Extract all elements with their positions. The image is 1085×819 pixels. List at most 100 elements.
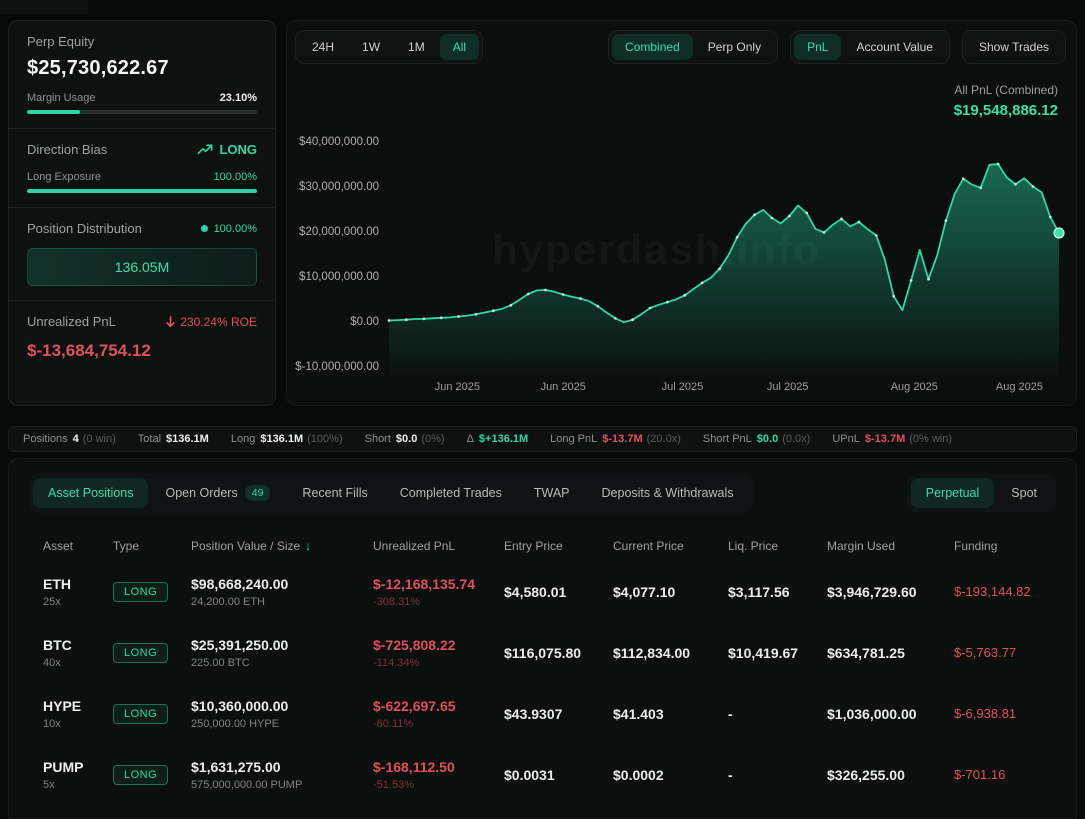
entry-price: $0.0031 (504, 767, 613, 783)
perp-only-toggle-button[interactable]: Perp Only (695, 34, 774, 60)
margin-used: $1,036,000.00 (827, 706, 954, 722)
col-type[interactable]: Type (113, 539, 191, 553)
tab-perpetual[interactable]: Perpetual (911, 478, 995, 508)
col-current-price[interactable]: Current Price (613, 539, 728, 553)
positions-summary-bar: Positions4(0 win)Total$136.1MLong$136.1M… (8, 426, 1077, 452)
header-fragment (0, 0, 88, 14)
unrealized-pnl-value: $-12,168,135.74 (373, 576, 504, 592)
position-row[interactable]: HYPE10x LONG $10,360,000.00250,000.00 HY… (43, 683, 1076, 744)
svg-text:Jun 2025: Jun 2025 (541, 381, 586, 393)
tab-asset-positions[interactable]: Asset Positions (33, 478, 148, 508)
account-stats-sidebar: Perp Equity $25,730,622.67 Margin Usage … (8, 20, 276, 406)
pnl-toggle-button[interactable]: PnL (794, 34, 841, 60)
tabs-row: Asset Positions Open Orders49 Recent Fil… (29, 473, 1056, 513)
asset-symbol: PUMP (43, 759, 113, 775)
entry-price: $43.9307 (504, 706, 613, 722)
unrealized-pnl-pct: -51.53% (373, 779, 504, 791)
summary-item: Total$136.1M (138, 433, 209, 445)
svg-text:$30,000,000.00: $30,000,000.00 (299, 181, 379, 193)
col-liq-price[interactable]: Liq. Price (728, 539, 827, 553)
positions-panel: Asset Positions Open Orders49 Recent Fil… (8, 458, 1077, 819)
unrealized-pnl-pct: -60.11% (373, 718, 504, 730)
unrealized-pnl-value: $-168,112.50 (373, 759, 504, 775)
position-distribution-section: Position Distribution 100.00% 136.05M (9, 208, 275, 301)
tab-deposits-withdrawals[interactable]: Deposits & Withdrawals (587, 478, 749, 508)
col-position-value[interactable]: Position Value / Size↓ (191, 539, 373, 553)
perp-equity-value: $25,730,622.67 (27, 57, 257, 80)
summary-item: UPnL$-13.7M(0% win) (832, 433, 952, 445)
show-trades-button[interactable]: Show Trades (966, 34, 1062, 60)
tab-open-orders[interactable]: Open Orders49 (150, 477, 285, 509)
svg-text:Aug 2025: Aug 2025 (996, 381, 1043, 393)
summary-item: Long$136.1M(100%) (231, 433, 343, 445)
tab-recent-fills[interactable]: Recent Fills (287, 478, 382, 508)
arrow-down-icon (165, 316, 176, 328)
asset-symbol: ETH (43, 576, 113, 592)
position-distribution-pct: 100.00% (214, 223, 257, 235)
tab-completed-trades[interactable]: Completed Trades (385, 478, 517, 508)
svg-text:Aug 2025: Aug 2025 (891, 381, 938, 393)
positions-tab-group: Asset Positions Open Orders49 Recent Fil… (29, 473, 753, 513)
position-value: $98,668,240.00 (191, 576, 373, 592)
trending-up-icon (197, 143, 213, 157)
unrealized-pnl-pct: -308.31% (373, 596, 504, 608)
position-row[interactable]: ETH25x LONG $98,668,240.0024,200.00 ETH … (43, 561, 1076, 622)
tab-twap[interactable]: TWAP (519, 478, 585, 508)
long-exposure-bar (27, 189, 257, 193)
long-distribution-dot-icon (201, 225, 208, 232)
roe-value: 230.24% ROE (180, 315, 257, 329)
asset-symbol: HYPE (43, 698, 113, 714)
direction-bias-section: Direction Bias LONG Long Exposure 100.00… (9, 129, 275, 208)
entry-price: $4,580.01 (504, 584, 613, 600)
summary-item: Short$0.0(0%) (365, 433, 445, 445)
table-header-row: Asset Type Position Value / Size↓ Unreal… (43, 539, 1076, 561)
pnl-area-chart[interactable]: $40,000,000.00$30,000,000.00$20,000,000.… (289, 105, 1074, 395)
sort-desc-icon: ↓ (305, 539, 311, 553)
liq-price: - (728, 767, 827, 783)
unrealized-pnl-value: $-622,697.65 (373, 698, 504, 714)
col-asset[interactable]: Asset (43, 539, 113, 553)
position-size: 24,200.00 ETH (191, 596, 373, 608)
range-1w-button[interactable]: 1W (349, 34, 393, 60)
position-distribution-value: 136.05M (115, 259, 169, 275)
funding-value: $-6,938.81 (954, 706, 1076, 721)
margin-usage-bar-fill (27, 110, 80, 114)
col-funding[interactable]: Funding (954, 539, 1076, 553)
unrealized-pnl-pct: -114.34% (373, 657, 504, 669)
table-body: ETH25x LONG $98,668,240.0024,200.00 ETH … (43, 561, 1076, 805)
time-range-group: 24H 1W 1M All (295, 30, 483, 64)
combined-toggle-button[interactable]: Combined (612, 34, 693, 60)
col-unrealized-pnl[interactable]: Unrealized PnL (373, 539, 504, 553)
svg-text:$-10,000,000.00: $-10,000,000.00 (295, 361, 379, 373)
unrealized-pnl-section: Unrealized PnL 230.24% ROE $-13,684,754.… (9, 301, 275, 375)
asset-positions-table: Asset Type Position Value / Size↓ Unreal… (43, 539, 1076, 805)
position-type-badge: LONG (113, 643, 168, 663)
asset-leverage: 5x (43, 779, 113, 791)
margin-used: $634,781.25 (827, 645, 954, 661)
position-value: $25,391,250.00 (191, 637, 373, 653)
show-trades-group: Show Trades (962, 30, 1066, 64)
market-type-group: Perpetual Spot (907, 474, 1056, 512)
range-24h-button[interactable]: 24H (299, 34, 347, 60)
range-all-button[interactable]: All (440, 34, 479, 60)
position-size: 250,000.00 HYPE (191, 718, 373, 730)
entry-price: $116,075.80 (504, 645, 613, 661)
position-value: $1,631,275.00 (191, 759, 373, 775)
position-row[interactable]: PUMP5x LONG $1,631,275.00575,000,000.00 … (43, 744, 1076, 805)
col-margin-used[interactable]: Margin Used (827, 539, 954, 553)
current-price: $4,077.10 (613, 584, 728, 600)
perp-equity-label: Perp Equity (27, 34, 257, 49)
position-distribution-box[interactable]: 136.05M (27, 248, 257, 286)
asset-leverage: 40x (43, 657, 113, 669)
direction-bias-value: LONG (219, 142, 257, 157)
account-value-toggle-button[interactable]: Account Value (843, 34, 946, 60)
position-distribution-label: Position Distribution (27, 221, 142, 236)
tab-spot[interactable]: Spot (996, 478, 1052, 508)
asset-symbol: BTC (43, 637, 113, 653)
funding-value: $-5,763.77 (954, 645, 1076, 660)
liq-price: - (728, 706, 827, 722)
range-1m-button[interactable]: 1M (395, 34, 438, 60)
col-entry-price[interactable]: Entry Price (504, 539, 613, 553)
all-pnl-label: All PnL (Combined) (954, 83, 1058, 97)
position-row[interactable]: BTC40x LONG $25,391,250.00225.00 BTC $-7… (43, 622, 1076, 683)
